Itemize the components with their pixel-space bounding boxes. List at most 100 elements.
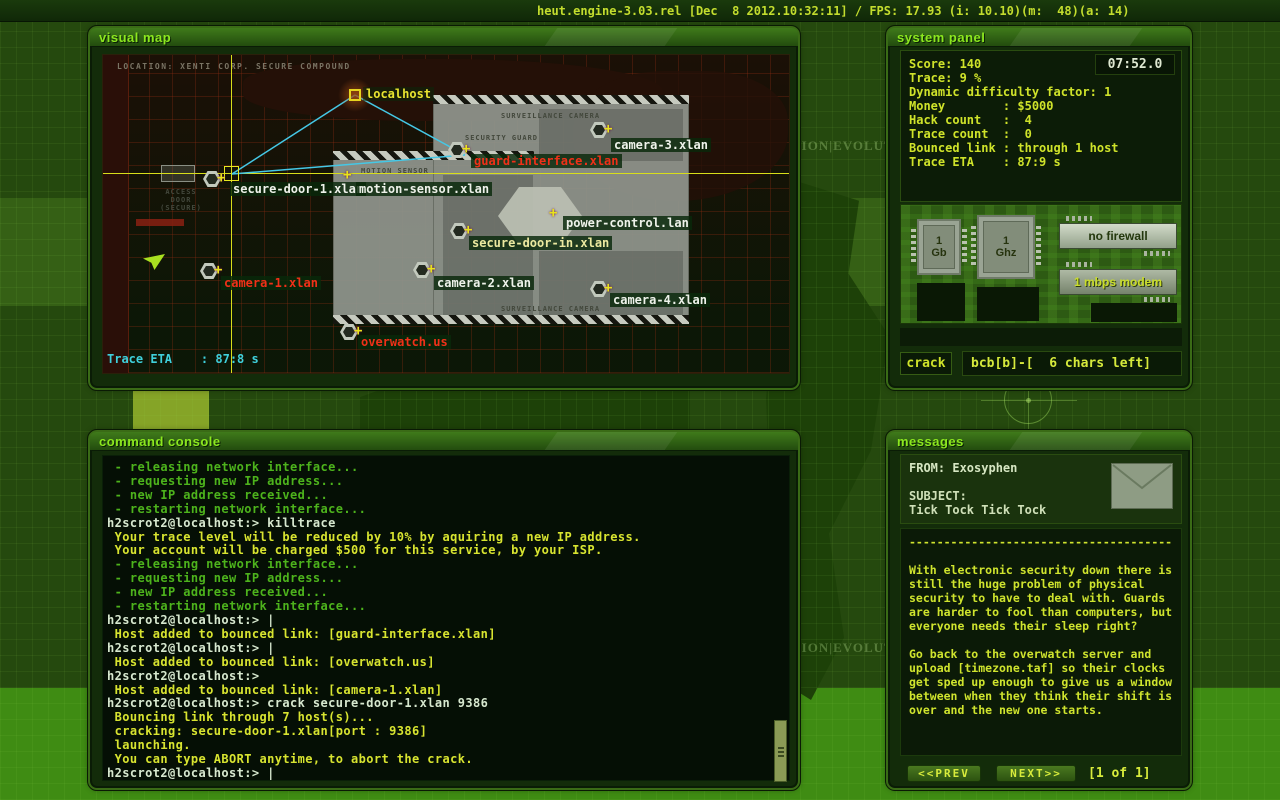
sensor-marker: + — [549, 207, 561, 219]
target-cross-icon: + — [462, 142, 470, 156]
map-node-secure-door-1[interactable]: + secure-door-1.xlan — [203, 171, 221, 187]
host-label[interactable]: motion-sensor.xlan — [356, 182, 492, 196]
console-line: - requesting new IP address... — [107, 572, 789, 586]
engine-status-bar: heut.engine-3.03.rel [Dec 8 2012.10:32:1… — [0, 0, 1280, 22]
system-panel: system panel 07:52.0 Score: 140 Trace: 9… — [886, 26, 1192, 390]
stat-line: Trace count : 0 — [909, 127, 1119, 141]
localhost-icon — [349, 89, 361, 101]
console-line: You can type ABORT anytime, to abort the… — [107, 753, 789, 767]
stat-line: Dynamic difficulty factor: 1 — [909, 85, 1119, 99]
prev-message-button[interactable]: <<PREV — [907, 765, 981, 782]
message-body: -------------------------------------- W… — [900, 528, 1182, 756]
network-map[interactable]: LOCATION: XENTI CORP. SECURE COMPOUND SU… — [102, 54, 790, 374]
message-page-indicator: [1 of 1] — [1088, 766, 1151, 781]
target-cross-icon: + — [214, 263, 222, 277]
firewall-module: no firewall — [1059, 223, 1177, 249]
empty-hardware-slot — [1091, 303, 1177, 322]
system-stats-box: 07:52.0 Score: 140 Trace: 9 % Dynamic di… — [900, 50, 1182, 202]
system-stats: Score: 140 Trace: 9 % Dynamic difficulty… — [909, 57, 1119, 169]
map-node-camera-2[interactable]: + camera-2.xlan — [413, 262, 431, 278]
target-cross-icon: + — [549, 206, 557, 220]
console-line: Host added to bounced link: [guard-inter… — [107, 628, 789, 642]
panel-title: system panel — [897, 30, 985, 45]
empty-hardware-slot — [917, 283, 965, 321]
console-scrollbar[interactable] — [774, 720, 787, 782]
engine-status-text: heut.engine-3.03.rel [Dec 8 2012.10:32:1… — [537, 4, 1129, 18]
stat-line: Bounced link : through 1 host — [909, 141, 1119, 155]
host-label[interactable]: guard-interface.xlan — [471, 154, 622, 168]
selected-host-box — [224, 166, 239, 181]
console-line: Your trace level will be reduced by 10% … — [107, 531, 789, 545]
visual-map-title-bar: visual map — [90, 28, 798, 47]
target-cross-icon: + — [343, 168, 351, 182]
target-cross-icon: + — [217, 171, 225, 185]
console-line: - releasing network interface... — [107, 558, 789, 572]
cpu-chip: 1 Ghz — [977, 215, 1035, 279]
message-subject: Tick Tock Tick Tock — [909, 503, 1046, 517]
console-line: Host added to bounced link: [overwatch.u… — [107, 656, 789, 670]
console-output[interactable]: - releasing network interface... - reque… — [102, 455, 790, 781]
map-node-localhost[interactable]: localhost — [349, 89, 361, 101]
memory-value: 1 — [936, 235, 942, 247]
background-chip-decoration — [133, 383, 209, 431]
crack-progress-field[interactable]: bcb[b]-[ 6 chars left] — [962, 351, 1182, 376]
host-label[interactable]: camera-4.xlan — [610, 293, 710, 307]
console-line: launching. — [107, 739, 789, 753]
empty-hardware-slot — [977, 287, 1039, 321]
messages-title-bar: messages — [888, 432, 1190, 451]
host-label[interactable]: power-control.lan — [563, 216, 692, 230]
hardware-board: 1 Gb 1 Ghz no firewall 1 mbps modem — [900, 204, 1182, 324]
system-panel-strip — [900, 328, 1182, 346]
message-separator: -------------------------------------- — [909, 535, 1173, 549]
memory-chip: 1 Gb — [917, 219, 961, 275]
host-label[interactable]: camera-1.xlan — [221, 276, 321, 290]
stat-line: Score: 140 — [909, 57, 1119, 71]
map-node-secure-door-in[interactable]: + secure-door-in.xlan — [450, 223, 468, 239]
host-label[interactable]: camera-2.xlan — [434, 276, 534, 290]
message-from: FROM: Exosyphen — [909, 461, 1017, 475]
system-panel-title-bar: system panel — [888, 28, 1190, 47]
console-line: h2scrot2@localhost:> — [107, 670, 789, 684]
map-node-motion-sensor[interactable]: + motion-sensor.xlan — [343, 169, 355, 181]
stat-line: Money : $5000 — [909, 99, 1119, 113]
stat-line: Trace: 9 % — [909, 71, 1119, 85]
map-node-camera-4[interactable]: + camera-4.xlan — [590, 281, 608, 297]
panel-title: visual map — [99, 30, 171, 45]
messages-panel: messages FROM: Exosyphen SUBJECT: Tick T… — [886, 430, 1192, 790]
stat-line: Hack count : 4 — [909, 113, 1119, 127]
stat-line: Trace ETA : 87:9 s — [909, 155, 1119, 169]
envelope-icon — [1111, 463, 1173, 509]
host-label[interactable]: secure-door-in.xlan — [469, 236, 612, 250]
map-node-guard-interface[interactable]: + guard-interface.xlan — [448, 142, 466, 158]
map-trace-eta: Trace ETA : 87:8 s — [107, 352, 259, 366]
console-line: h2scrot2@localhost:> | — [107, 614, 789, 628]
message-paragraph: With electronic security down there is s… — [909, 563, 1173, 633]
console-line: h2scrot2@localhost:> | — [107, 642, 789, 656]
host-label[interactable]: secure-door-1.xlan — [230, 182, 366, 196]
host-label[interactable]: localhost — [363, 87, 434, 101]
message-paragraph: Go back to the overwatch server and uplo… — [909, 647, 1173, 717]
bounce-link-lines — [103, 55, 790, 374]
target-cross-icon: + — [604, 122, 612, 136]
console-line: h2scrot2@localhost:> killtrace — [107, 517, 789, 531]
next-message-button[interactable]: NEXT>> — [996, 765, 1076, 782]
host-label[interactable]: overwatch.us — [358, 335, 451, 349]
map-node-camera-1[interactable]: + camera-1.xlan — [200, 263, 218, 279]
target-cross-icon: + — [464, 223, 472, 237]
modem-module: 1 mbps modem — [1059, 269, 1177, 295]
console-line: Bouncing link through 7 host(s)... — [107, 711, 789, 725]
command-console-panel: command console - releasing network inte… — [88, 430, 800, 790]
host-label[interactable]: camera-3.xlan — [611, 138, 711, 152]
map-node-camera-3[interactable]: + camera-3.xlan — [590, 122, 608, 138]
console-line: - restarting network interface... — [107, 600, 789, 614]
crack-button[interactable]: crack — [900, 352, 952, 375]
sensor-marker: + — [343, 169, 355, 181]
map-node-overwatch[interactable]: + overwatch.us — [340, 324, 358, 340]
cpu-unit: Ghz — [996, 247, 1017, 259]
console-line: - requesting new IP address... — [107, 475, 789, 489]
console-line: Host added to bounced link: [camera-1.xl… — [107, 684, 789, 698]
console-line: cracking: secure-door-1.xlan[port : 9386… — [107, 725, 789, 739]
console-line: h2scrot2@localhost:> crack secure-door-1… — [107, 697, 789, 711]
visual-map-panel: visual map LOCATION: XENTI CORP. SECURE … — [88, 26, 800, 390]
map-node-power-control[interactable]: + power-control.lan — [549, 207, 561, 219]
